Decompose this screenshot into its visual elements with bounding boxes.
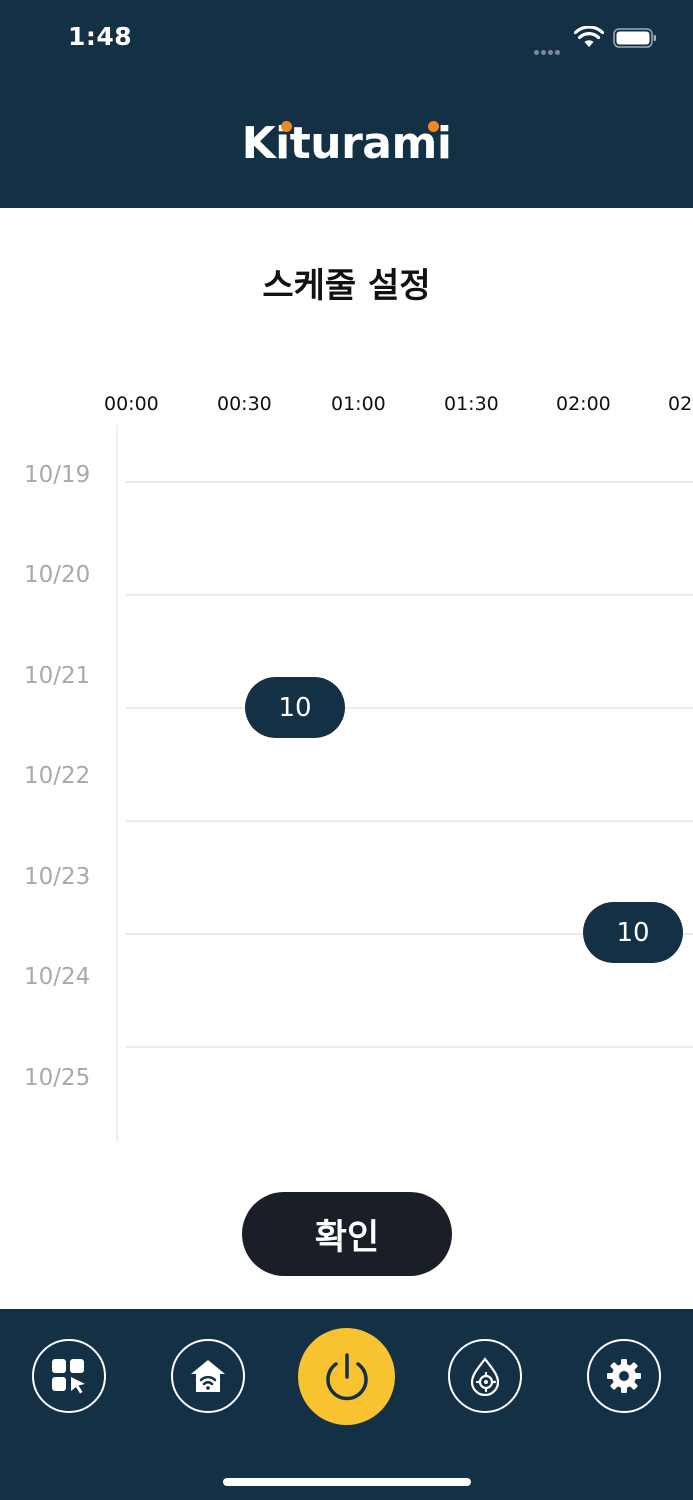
grid-line <box>126 820 693 822</box>
grid-line <box>126 707 693 709</box>
wifi-icon <box>574 26 604 47</box>
date-label: 10/21 <box>24 663 91 689</box>
water-gear-icon <box>470 1357 500 1396</box>
cellular-signal-icon <box>534 40 562 59</box>
status-time: 1:48 <box>68 22 133 51</box>
date-label: 10/19 <box>24 462 91 488</box>
date-label: 10/22 <box>24 763 91 789</box>
logo-dot <box>428 121 439 132</box>
logo-dot <box>281 121 292 132</box>
grid-line <box>126 1046 693 1048</box>
grid-line <box>126 594 693 596</box>
time-column-label: 00:30 <box>217 393 272 415</box>
date-label: 10/20 <box>24 562 91 588</box>
nav-settings-button[interactable] <box>587 1339 661 1413</box>
time-column-label: 02 <box>668 393 693 415</box>
confirm-button[interactable]: 확인 <box>242 1192 452 1276</box>
home-indicator[interactable] <box>223 1478 471 1486</box>
nav-dashboard-button[interactable] <box>32 1339 106 1413</box>
grid-cursor-icon <box>52 1359 85 1394</box>
time-column-label: 01:30 <box>444 393 499 415</box>
home-wifi-icon <box>191 1360 225 1392</box>
time-column-label: 02:00 <box>556 393 611 415</box>
date-axis <box>116 425 118 1142</box>
time-column-label: 00:00 <box>104 393 159 415</box>
schedule-entry[interactable]: 10 <box>245 677 345 738</box>
page-title: 스케줄 설정 <box>262 266 431 306</box>
power-button[interactable] <box>298 1328 395 1425</box>
nav-home-button[interactable] <box>171 1339 245 1413</box>
brand-logo: Kiturami <box>241 118 452 169</box>
nav-water-settings-button[interactable] <box>448 1339 522 1413</box>
app-header: 1:48 Kiturami <box>0 0 693 208</box>
power-icon <box>325 1352 368 1400</box>
date-label: 10/23 <box>24 864 91 890</box>
grid-line <box>126 481 693 483</box>
schedule-entry[interactable]: 10 <box>583 902 683 963</box>
date-label: 10/25 <box>24 1065 91 1091</box>
battery-icon <box>613 28 656 48</box>
gear-icon <box>607 1359 641 1393</box>
date-label: 10/24 <box>24 964 91 990</box>
time-column-label: 01:00 <box>331 393 386 415</box>
